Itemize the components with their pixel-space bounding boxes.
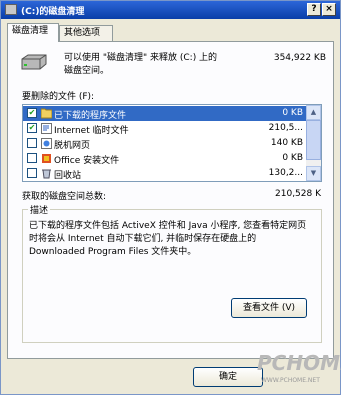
total-space-value: 210,528 K: [275, 189, 321, 199]
offline-page-icon: [41, 138, 52, 149]
office-icon: [42, 154, 51, 163]
window-title: (C:)的磁盘清理: [21, 7, 85, 17]
list-item-internet-temp[interactable]: ✔ Internet 临时文件 210,5...: [23, 121, 307, 136]
pchome-watermark: PCHOME WWW.PCHOME.NET: [257, 351, 341, 391]
scroll-thumb[interactable]: [306, 120, 321, 160]
intro-text: 可以使用 "磁盘清理" 来释放 (C:) 上的 354,922 KB 磁盘空间。: [64, 52, 326, 78]
view-files-button[interactable]: 查看文件 (V): [231, 298, 307, 318]
watermark-logo: PCHOME: [257, 351, 341, 375]
watermark-url: WWW.PCHOME.NET: [261, 377, 320, 384]
checkbox[interactable]: [27, 138, 37, 148]
list-item-offline-pages[interactable]: 脱机网页 140 KB: [23, 136, 307, 151]
list-scrollbar[interactable]: ▲ ▼: [306, 105, 321, 181]
description-group: 描述 已下载的程序文件包括 ActiveX 控件和 Java 小程序, 您查看特…: [22, 203, 322, 343]
checkbox[interactable]: [27, 153, 37, 163]
item-name: 已下载的程序文件: [54, 111, 127, 121]
intro-line1: 可以使用 "磁盘清理" 来释放 (C:) 上的: [64, 53, 218, 63]
item-size: 0 KB: [282, 153, 303, 163]
list-item-office-setup[interactable]: Office 安装文件 0 KB: [23, 151, 307, 166]
total-space-label: 获取的磁盘空间总数:: [22, 192, 107, 202]
internet-icon: [41, 123, 52, 134]
scroll-up-arrow-icon[interactable]: ▲: [306, 105, 321, 120]
item-size: 130,2...: [268, 168, 303, 178]
close-button[interactable]: ×: [322, 3, 336, 16]
item-name: Office 安装文件: [54, 156, 120, 166]
tab-more-options[interactable]: 其他选项: [59, 25, 113, 41]
description-text: 已下载的程序文件包括 ActiveX 控件和 Java 小程序, 您查看特定网页…: [29, 221, 307, 257]
disk-cleanup-window: (C:)的磁盘清理 ? × 磁盘清理 其他选项 可以使用 "磁盘清理" 来释放 …: [0, 0, 341, 395]
item-name: 回收站: [54, 171, 82, 181]
files-to-delete-label: 要删除的文件 (F):: [22, 92, 95, 102]
recycle-bin-icon: [42, 169, 51, 179]
item-size: 140 KB: [270, 138, 303, 148]
list-item-recycle-bin[interactable]: 回收站 130,2...: [23, 166, 307, 181]
hard-drive-icon: [21, 54, 47, 70]
files-list[interactable]: ✔ 已下载的程序文件 0 KB ✔ Internet 临时文件 210,5...: [22, 104, 322, 182]
scroll-down-arrow-icon[interactable]: ▼: [306, 166, 321, 181]
list-item-downloaded-programs[interactable]: ✔ 已下载的程序文件 0 KB: [23, 106, 307, 121]
item-name: Internet 临时文件: [54, 126, 129, 136]
checkbox[interactable]: ✔: [27, 108, 37, 118]
intro-space-value: 354,922 KB: [273, 53, 326, 63]
item-size: 0 KB: [282, 108, 303, 118]
item-size: 210,5...: [268, 123, 303, 133]
tab-disk-cleanup[interactable]: 磁盘清理: [7, 23, 59, 42]
description-title: 描述: [28, 203, 51, 216]
intro-line2: 磁盘空间。: [64, 66, 110, 76]
checkbox[interactable]: ✔: [27, 123, 37, 133]
folder-icon: [41, 108, 52, 119]
help-button[interactable]: ?: [307, 3, 321, 16]
tab-panel: 可以使用 "磁盘清理" 来释放 (C:) 上的 354,922 KB 磁盘空间。…: [7, 41, 334, 359]
disk-cleanup-icon: [5, 4, 17, 15]
checkbox[interactable]: [27, 168, 37, 178]
item-name: 脱机网页: [54, 141, 91, 151]
ok-button[interactable]: 确定: [193, 367, 263, 387]
title-bar[interactable]: (C:)的磁盘清理 ? ×: [1, 1, 340, 19]
